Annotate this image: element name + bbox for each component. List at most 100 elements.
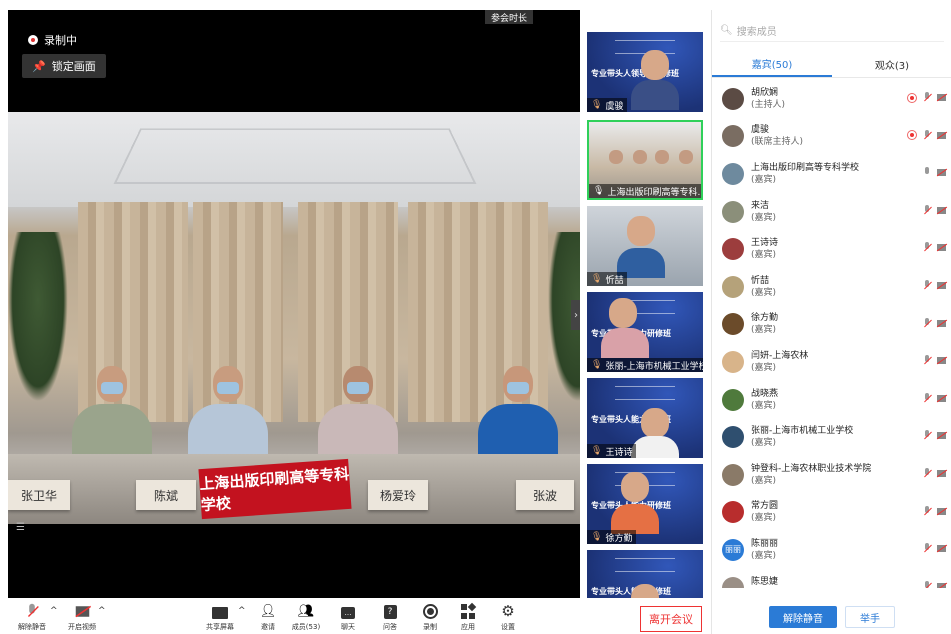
member-row[interactable]: 陈思婕(嘉宾) — [712, 569, 951, 588]
member-name: 陈思婕 — [751, 576, 779, 587]
mic-muted-icon[interactable] — [923, 467, 931, 479]
chevron-up-icon[interactable]: ^ — [50, 606, 58, 616]
mic-muted-icon[interactable] — [923, 204, 931, 216]
start-video-button[interactable]: 开启视频 — [62, 598, 102, 634]
mic-muted-icon[interactable] — [923, 242, 931, 253]
member-info: 忻喆 (嘉宾) — [751, 275, 776, 299]
member-info: 张丽-上海市机械工业学校 (嘉宾) — [751, 425, 853, 449]
camera-off-icon[interactable] — [937, 469, 946, 477]
camera-off-icon[interactable] — [937, 582, 946, 588]
meeting-duration-label[interactable]: 参会时长 — [485, 10, 533, 24]
video-thumbnail[interactable]: 专业带头人能力研修班 🎙张丽-上海市机械工业学校 — [587, 292, 703, 372]
member-status-icons — [923, 317, 946, 329]
avatar — [722, 125, 744, 148]
camera-off-icon[interactable] — [937, 244, 946, 252]
tab-guests[interactable]: 嘉宾(50) — [712, 52, 832, 77]
chat-icon: … — [341, 607, 355, 619]
member-row[interactable]: 胡欣娴 (主持人) — [712, 80, 951, 118]
video-thumbnail[interactable]: 专业带头人领导力研修班 🎙 虞骏 — [587, 32, 703, 112]
video-thumbnail[interactable]: 专业带头人能力研修班 🎙徐方勤 — [587, 464, 703, 544]
raise-hand-button[interactable]: 举手 — [845, 606, 895, 628]
member-list[interactable]: 胡欣娴 (主持人) 虞骏 (联席主持人) 上海出版印刷高等专科学校 (嘉宾) 来洁 (嘉宾) 王… — [712, 80, 951, 588]
member-row[interactable]: 钟登科-上海农林职业技术学院 (嘉宾) — [712, 456, 951, 494]
member-row[interactable]: 王诗诗 (嘉宾) — [712, 230, 951, 268]
chat-button[interactable]: … 聊天 — [328, 598, 368, 634]
members-button[interactable]: 👥︎ 成员(53) — [286, 598, 326, 634]
camera-off-icon[interactable] — [937, 545, 946, 553]
member-row[interactable]: 常方圆 (嘉宾) — [712, 494, 951, 532]
camera-off-icon[interactable] — [937, 169, 946, 177]
avatar — [722, 501, 744, 524]
member-role: (嘉宾) — [751, 550, 777, 561]
member-row[interactable]: 上海出版印刷高等专科学校 (嘉宾) — [712, 155, 951, 193]
camera-off-icon[interactable] — [937, 206, 946, 214]
share-screen-button[interactable]: 共享屏幕 — [200, 598, 240, 634]
members-icon: 👥︎ — [297, 603, 315, 619]
member-row[interactable]: 忻喆 (嘉宾) — [712, 268, 951, 306]
video-thumbnail-strip[interactable]: 专业带头人领导力研修班 🎙虞骏 🎙上海出版印刷高等专科... 🎙忻喆 专业带头人… — [587, 32, 703, 598]
settings-button[interactable]: ⚙ 设置 — [488, 598, 528, 634]
camera-off-icon[interactable] — [937, 394, 946, 402]
member-info: 上海出版印刷高等专科学校 (嘉宾) — [751, 162, 859, 186]
member-row[interactable]: 闫妍-上海农林 (嘉宾) — [712, 343, 951, 381]
recording-icon — [907, 92, 917, 103]
video-thumbnail[interactable]: 专业带头人能力研修班 — [587, 550, 703, 598]
member-status-icons — [923, 430, 946, 441]
lock-view-button[interactable]: 📌 锁定画面 — [22, 54, 106, 78]
video-thumbnail[interactable]: 专业带头人能力研修班 🎙 王诗诗 — [587, 378, 703, 458]
video-thumbnail[interactable]: 🎙 上海出版印刷高等专科... — [587, 120, 703, 200]
camera-off-icon[interactable] — [937, 131, 946, 139]
mic-muted-icon[interactable] — [923, 392, 931, 404]
member-name: 来洁 — [751, 200, 770, 211]
member-row[interactable]: 虞骏 (联席主持人) — [712, 118, 951, 156]
avatar — [722, 275, 744, 298]
camera-off-icon[interactable] — [937, 94, 946, 101]
invite-button[interactable]: 👤︎ 邀请 — [248, 598, 288, 634]
mic-muted-icon[interactable] — [923, 92, 931, 103]
mic-muted-icon[interactable] — [923, 279, 931, 291]
mic-muted-icon[interactable] — [923, 505, 931, 517]
member-row[interactable]: 战晓燕 (嘉宾) — [712, 381, 951, 419]
member-info: 陈思婕(嘉宾) — [751, 576, 778, 588]
member-name: 忻喆 — [751, 275, 770, 286]
menu-icon[interactable]: ☰ — [16, 522, 25, 533]
camera-off-icon[interactable] — [937, 507, 946, 515]
mic-muted-icon[interactable] — [923, 543, 931, 554]
unmute-all-button[interactable]: 解除静音 — [769, 606, 837, 628]
mic-muted-icon[interactable] — [923, 430, 931, 441]
member-row[interactable]: 丽丽 陈丽丽 (嘉宾) — [712, 531, 951, 569]
recording-icon — [28, 35, 38, 45]
member-role: (嘉宾) — [751, 400, 777, 411]
chevron-right-icon[interactable]: › — [571, 300, 580, 330]
qa-button[interactable]: ? 问答 — [370, 598, 410, 634]
mic-muted-icon[interactable] — [923, 129, 931, 141]
apps-button[interactable]: 应用 — [448, 598, 488, 634]
record-button[interactable]: 录制 — [410, 598, 450, 634]
camera-off-icon[interactable] — [937, 319, 946, 327]
member-row[interactable]: 来洁 (嘉宾) — [712, 193, 951, 231]
nameplate: 张波 — [516, 480, 574, 510]
camera-off-icon[interactable] — [937, 432, 946, 440]
main-video[interactable]: 参会时长 录制中 📌 锁定画面 张卫华 陈斌 上海出版印刷高等专科学校 杨爱玲 … — [8, 10, 580, 598]
member-status-icons — [923, 242, 946, 253]
member-info: 常方圆 (嘉宾) — [751, 500, 778, 524]
camera-off-icon[interactable] — [937, 281, 946, 289]
camera-off-icon[interactable] — [937, 357, 946, 365]
member-row[interactable]: 张丽-上海市机械工业学校 (嘉宾) — [712, 418, 951, 456]
chevron-up-icon[interactable]: ^ — [98, 606, 106, 616]
member-row[interactable]: 徐方勤 (嘉宾) — [712, 306, 951, 344]
leave-meeting-button[interactable]: 离开会议 — [640, 606, 702, 632]
member-name: 钟登科-上海农林职业技术学院 — [751, 463, 872, 474]
member-name: 王诗诗 — [751, 238, 779, 249]
chevron-up-icon[interactable]: ^ — [238, 606, 246, 616]
panel-footer: 解除静音 举手 — [712, 606, 951, 628]
mic-muted-icon[interactable] — [923, 317, 931, 329]
unmute-button[interactable]: 解除静音 — [12, 598, 52, 634]
mic-muted-icon[interactable] — [923, 355, 931, 366]
video-thumbnail[interactable]: 🎙 忻喆 — [587, 206, 703, 286]
mic-icon[interactable] — [923, 167, 931, 178]
tab-audience[interactable]: 观众(3) — [832, 52, 951, 77]
mic-muted-icon[interactable] — [923, 580, 931, 588]
thumbnail-label: 🎙 虞骏 — [587, 98, 628, 112]
member-search-input[interactable]: 🔍︎ 搜索成员 — [720, 20, 944, 42]
